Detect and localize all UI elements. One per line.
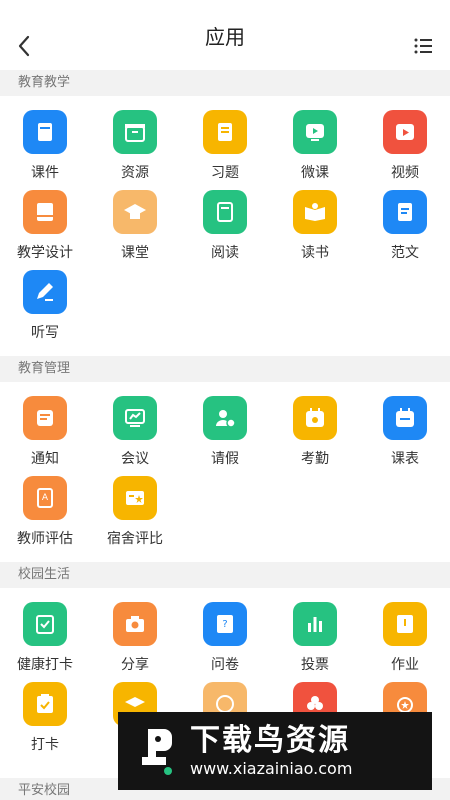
app-item[interactable]: 课表 xyxy=(360,396,450,476)
app-item[interactable]: ? 问卷 xyxy=(180,602,270,682)
video-icon xyxy=(383,110,427,154)
app-item[interactable]: A 教师评估 xyxy=(0,476,90,556)
app-header: 应用 xyxy=(0,0,450,70)
app-sections: 教育教学课件 资源 习题 微课 视频教学设计 课堂 阅读 读书 范文听写教育管理通知 会议 请假 考勤… xyxy=(0,70,450,800)
app-label: 微课 xyxy=(301,165,329,181)
design-book-icon xyxy=(23,190,67,234)
app-label: 听写 xyxy=(31,325,59,341)
page-title: 应用 xyxy=(205,24,245,49)
section-title: 校园生活 xyxy=(0,562,450,588)
app-item[interactable]: 教学设计 xyxy=(0,190,90,270)
app-label: 课表 xyxy=(391,451,419,467)
app-label: 问卷 xyxy=(211,657,239,673)
app-item[interactable]: 打卡 xyxy=(0,682,90,762)
app-label: 请假 xyxy=(211,451,239,467)
app-item[interactable]: 通知 xyxy=(0,396,90,476)
play-icon xyxy=(293,110,337,154)
clipboard-check-icon xyxy=(23,682,67,726)
reading-icon xyxy=(203,190,247,234)
svg-text:A: A xyxy=(42,493,49,503)
app-label: 阅读 xyxy=(211,245,239,261)
app-item[interactable]: 考勤 xyxy=(270,396,360,476)
app-item[interactable]: 课件 xyxy=(0,110,90,190)
bar-chart-icon xyxy=(293,602,337,646)
section-title: 教育管理 xyxy=(0,356,450,382)
app-item[interactable]: 健康打卡 xyxy=(0,602,90,682)
health-checkin-icon xyxy=(23,602,67,646)
app-label: 会议 xyxy=(121,451,149,467)
bird-logo-icon xyxy=(142,729,172,775)
app-item[interactable]: 会议 xyxy=(90,396,180,476)
schedule-calendar-icon xyxy=(383,396,427,440)
app-grid: 课件 资源 习题 微课 视频教学设计 课堂 阅读 读书 范文听写 xyxy=(0,96,450,356)
app-label: 宿舍评比 xyxy=(107,531,163,547)
app-label: 分享 xyxy=(121,657,149,673)
meeting-board-icon xyxy=(113,396,157,440)
evaluation-doc-icon: A xyxy=(23,476,67,520)
app-item[interactable]: 范文 xyxy=(360,190,450,270)
app-label: 教学设计 xyxy=(17,245,73,261)
app-label: 教师评估 xyxy=(17,531,73,547)
camera-icon xyxy=(113,602,157,646)
attendance-calendar-icon xyxy=(293,396,337,440)
section-title: 教育教学 xyxy=(0,70,450,96)
section-1: 教育管理通知 会议 请假 考勤 课表 A 教师评估 宿舍评比 xyxy=(0,356,450,562)
app-label: 课堂 xyxy=(121,245,149,261)
questionnaire-icon: ? xyxy=(203,602,247,646)
app-item[interactable]: 请假 xyxy=(180,396,270,476)
star-card-icon xyxy=(113,476,157,520)
watermark-banner: 下载鸟资源 www.xiazainiao.com xyxy=(118,712,432,790)
app-item[interactable]: 习题 xyxy=(180,110,270,190)
app-item[interactable]: 作业 xyxy=(360,602,450,682)
app-item[interactable]: 宿舍评比 xyxy=(90,476,180,556)
app-label: 作业 xyxy=(391,657,419,673)
app-item[interactable]: 视频 xyxy=(360,110,450,190)
app-item[interactable]: 资源 xyxy=(90,110,180,190)
back-arrow-icon[interactable] xyxy=(14,32,36,60)
open-book-icon xyxy=(293,190,337,234)
pencil-icon xyxy=(23,270,67,314)
app-item[interactable]: 课堂 xyxy=(90,190,180,270)
app-label: 资源 xyxy=(121,165,149,181)
app-label: 考勤 xyxy=(301,451,329,467)
app-label: 习题 xyxy=(211,165,239,181)
app-label: 通知 xyxy=(31,451,59,467)
app-grid: 通知 会议 请假 考勤 课表 A 教师评估 宿舍评比 xyxy=(0,382,450,562)
user-clock-icon xyxy=(203,396,247,440)
watermark-url: www.xiazainiao.com xyxy=(190,759,353,778)
homework-icon xyxy=(383,602,427,646)
notice-icon xyxy=(23,396,67,440)
app-label: 课件 xyxy=(31,165,59,181)
app-item[interactable]: 听写 xyxy=(0,270,90,350)
app-item[interactable]: 投票 xyxy=(270,602,360,682)
box-icon xyxy=(113,110,157,154)
app-label: 打卡 xyxy=(31,737,59,753)
app-label: 视频 xyxy=(391,165,419,181)
text-page-icon xyxy=(383,190,427,234)
list-menu-icon[interactable] xyxy=(414,38,432,54)
section-0: 教育教学课件 资源 习题 微课 视频教学设计 课堂 阅读 读书 范文听写 xyxy=(0,70,450,356)
app-label: 范文 xyxy=(391,245,419,261)
app-item[interactable]: 分享 xyxy=(90,602,180,682)
app-label: 读书 xyxy=(301,245,329,261)
app-label: 健康打卡 xyxy=(17,657,73,673)
app-item[interactable]: 微课 xyxy=(270,110,360,190)
book-icon xyxy=(23,110,67,154)
app-item[interactable]: 读书 xyxy=(270,190,360,270)
watermark-title: 下载鸟资源 xyxy=(190,723,350,758)
svg-text:?: ? xyxy=(222,619,227,630)
document-icon xyxy=(203,110,247,154)
app-label: 投票 xyxy=(301,657,329,673)
app-item[interactable]: 阅读 xyxy=(180,190,270,270)
graduation-cap-icon xyxy=(113,190,157,234)
